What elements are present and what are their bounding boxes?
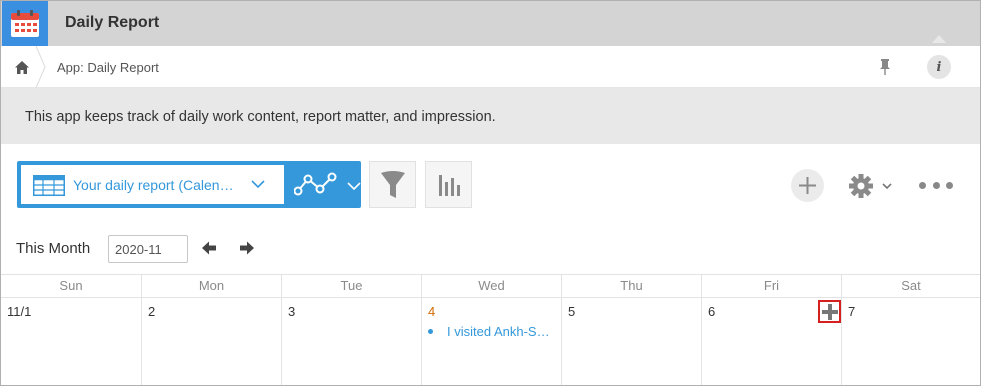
app-title: Daily Report (65, 14, 160, 31)
filter-icon (380, 170, 405, 198)
bar-chart-icon (438, 174, 460, 196)
calendar-day-cell[interactable]: 3 (282, 298, 422, 385)
month-input[interactable] (108, 235, 188, 263)
add-record-in-day-button[interactable] (818, 300, 841, 323)
graph-chevron-down-icon[interactable] (347, 179, 361, 193)
day-number: 11/1 (7, 304, 32, 319)
calendar-day-cell-today[interactable]: 4 I visited Ankh-S… (422, 298, 562, 385)
calendar-entry[interactable]: I visited Ankh-S… (428, 324, 550, 339)
day-number: 3 (288, 304, 296, 319)
chevron-down-icon (251, 180, 265, 189)
weekday-sun: Sun (1, 275, 142, 297)
line-graph-icon[interactable] (294, 171, 338, 199)
breadcrumb-separator-icon (35, 46, 46, 88)
graph-button[interactable] (425, 161, 472, 208)
weekday-mon: Mon (142, 275, 282, 297)
more-options-button[interactable] (919, 177, 953, 193)
breadcrumb: App: Daily Report i (1, 46, 980, 88)
more-dot (919, 181, 926, 189)
weekday-thu: Thu (562, 275, 702, 297)
title-bar: Daily Report (1, 1, 980, 46)
calendar-day-cell[interactable]: 7 (842, 298, 980, 385)
app-description-panel: This app keeps track of daily work conte… (1, 88, 980, 144)
calendar-entry-link[interactable]: I visited Ankh-S… (447, 324, 550, 339)
calendar-icon[interactable] (2, 1, 48, 46)
view-selector: Your daily report (Calen… (17, 161, 361, 208)
pin-icon[interactable] (874, 56, 896, 78)
month-label[interactable]: This Month (16, 240, 90, 257)
arrow-left-icon[interactable] (201, 240, 217, 256)
weekday-fri: Fri (702, 275, 842, 297)
day-number: 7 (848, 304, 856, 319)
day-number: 4 (428, 304, 436, 319)
view-name: Your daily report (Calen… (73, 177, 234, 193)
entry-bullet (428, 329, 433, 334)
arrow-right-icon[interactable] (239, 240, 255, 256)
day-number: 6 (708, 304, 716, 319)
day-number: 5 (568, 304, 576, 319)
breadcrumb-app-link[interactable]: App: Daily Report (57, 60, 159, 75)
view-dropdown[interactable]: Your daily report (Calen… (21, 165, 284, 204)
info-icon[interactable]: i (927, 55, 951, 79)
calendar-day-cell[interactable]: 5 (562, 298, 702, 385)
weekday-sat: Sat (901, 278, 921, 293)
filter-button[interactable] (369, 161, 416, 208)
plus-icon (799, 177, 816, 194)
weekday-wed: Wed (422, 275, 562, 297)
day-number: 2 (148, 304, 156, 319)
more-dot (932, 181, 940, 189)
settings-button[interactable] (847, 171, 895, 201)
calendar-day-cell[interactable]: 2 (142, 298, 282, 385)
chevron-down-icon (882, 183, 892, 190)
add-record-button[interactable] (791, 169, 824, 202)
table-view-icon (33, 175, 65, 196)
more-dot (946, 181, 953, 189)
calendar-header: Sun Mon Tue Wed Thu Fri Sat (1, 274, 980, 298)
info-pointer (932, 35, 946, 43)
gear-icon (849, 174, 873, 198)
calendar-day-cell[interactable]: 11/1 (1, 298, 142, 385)
app-description: This app keeps track of daily work conte… (25, 109, 496, 125)
plus-icon (821, 303, 838, 320)
app-window: Daily Report App: Daily Report i This ap… (0, 0, 981, 386)
weekday-tue: Tue (282, 275, 422, 297)
